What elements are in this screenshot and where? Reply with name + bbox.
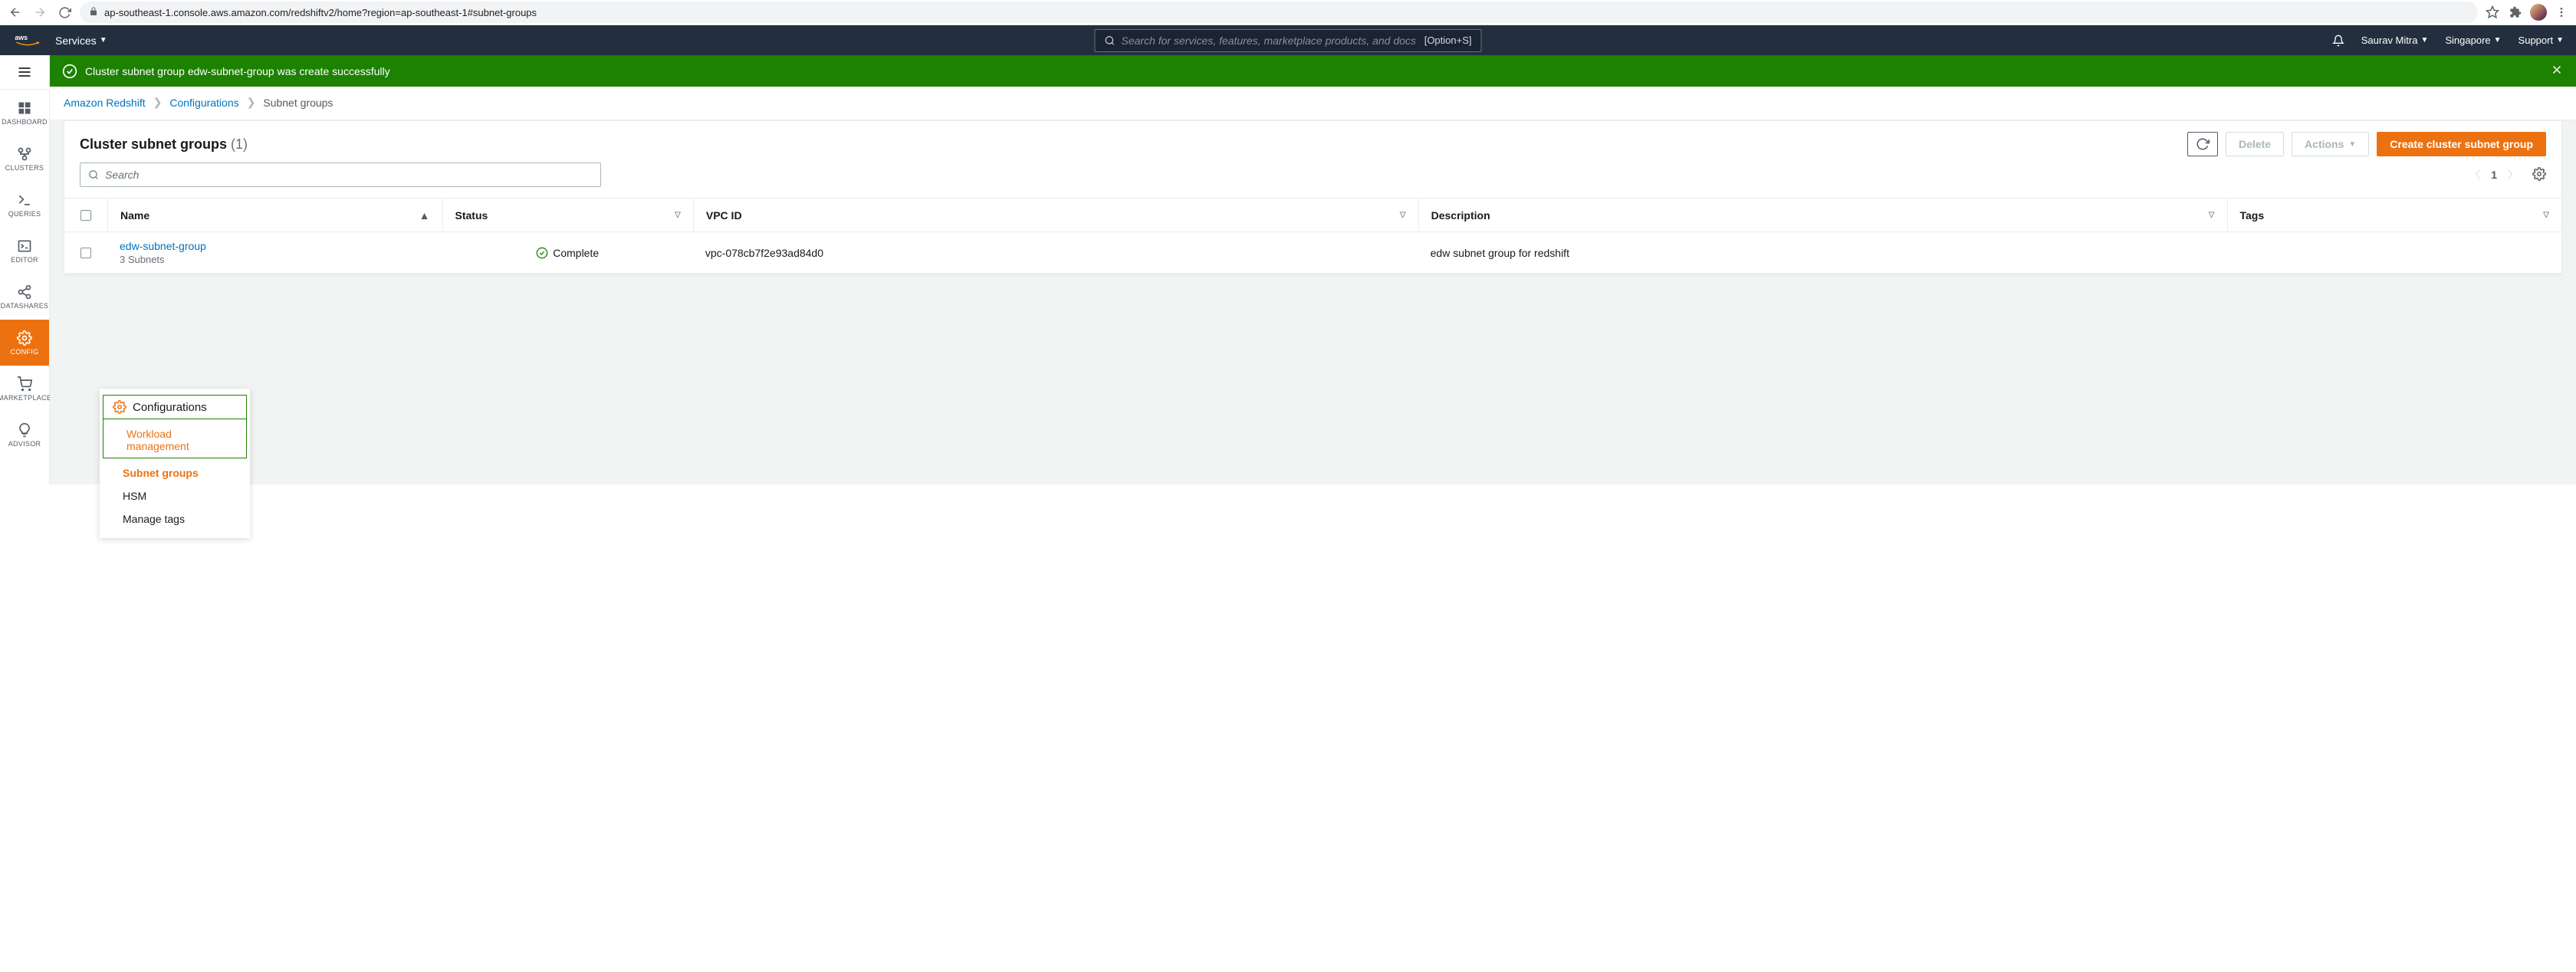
svg-text:aws: aws (15, 33, 28, 41)
queries-icon (17, 192, 32, 208)
cell-name: edw-subnet-group 3 Subnets (107, 240, 442, 265)
subnet-groups-panel: Cluster subnet groups (1) Delete Actions… (64, 120, 2562, 274)
banner-close-button[interactable] (2550, 63, 2564, 79)
browser-menu-icon[interactable] (2553, 4, 2570, 21)
config-flyout-menu: Configurations Workload management Subne… (100, 389, 250, 538)
editor-icon (17, 238, 32, 254)
status-complete-icon (536, 247, 548, 259)
cell-status: Complete (442, 247, 693, 259)
cell-vpc: vpc-078cb7f2e93ad84d0 (693, 247, 1418, 259)
flyout-item-subnet-groups[interactable]: Subnet groups (100, 461, 250, 484)
lock-icon (89, 7, 98, 18)
success-banner: Cluster subnet group edw-subnet-group wa… (50, 55, 2576, 87)
region-menu[interactable]: Singapore ▼ (2445, 34, 2501, 46)
search-icon (88, 169, 99, 180)
notifications-icon[interactable] (2332, 34, 2344, 47)
banner-message: Cluster subnet group edw-subnet-group wa… (85, 65, 390, 77)
flyout-item-manage-tags[interactable]: Manage tags (100, 507, 250, 530)
browser-url-bar[interactable]: ap-southeast-1.console.aws.amazon.com/re… (80, 2, 2478, 23)
sidebar-toggle[interactable] (0, 55, 49, 90)
table-header-row: Name ▲ Status ▽ VPC ID ▽ Description ▽ (64, 199, 2561, 232)
sidebar-item-config[interactable]: CONFIG (0, 320, 49, 366)
chevron-right-icon: ❯ (153, 96, 163, 109)
flyout-item-wlm[interactable]: Workload management (104, 422, 246, 458)
left-sidebar: DASHBOARD CLUSTERS QUERIES EDITOR DATASH… (0, 55, 50, 484)
panel-title: Cluster subnet groups (1) (80, 136, 248, 153)
col-header-status[interactable]: Status ▽ (442, 199, 693, 232)
extensions-icon[interactable] (2507, 4, 2524, 21)
filter-icon: ▽ (675, 211, 681, 219)
subnet-group-link[interactable]: edw-subnet-group (120, 240, 430, 252)
caret-down-icon: ▼ (2420, 36, 2428, 44)
main-content: Cluster subnet group edw-subnet-group wa… (50, 55, 2576, 484)
subnet-groups-table: Name ▲ Status ▽ VPC ID ▽ Description ▽ (64, 198, 2561, 274)
caret-down-icon: ▼ (100, 36, 107, 44)
browser-chrome: ap-southeast-1.console.aws.amazon.com/re… (0, 0, 2576, 25)
sidebar-item-marketplace[interactable]: MARKETPLACE (0, 366, 49, 412)
create-subnet-group-button[interactable]: Create cluster subnet group (2377, 132, 2546, 156)
browser-reload-button[interactable] (55, 3, 74, 21)
refresh-icon (2196, 137, 2210, 151)
breadcrumb-root[interactable]: Amazon Redshift (64, 97, 146, 109)
datashares-icon (17, 284, 32, 300)
search-input[interactable]: Search (80, 163, 601, 187)
sidebar-item-queries[interactable]: QUERIES (0, 182, 49, 228)
sidebar-item-datashares[interactable]: DATASHARES (0, 274, 49, 320)
page-number: 1 (2491, 169, 2497, 181)
delete-button[interactable]: Delete (2226, 132, 2284, 156)
services-menu[interactable]: Services ▼ (55, 34, 107, 47)
gear-icon (113, 400, 127, 414)
table-row[interactable]: edw-subnet-group 3 Subnets Complete vpc-… (64, 232, 2561, 274)
aws-search-input[interactable]: Search for services, features, marketpla… (1095, 29, 1482, 52)
col-header-name[interactable]: Name ▲ (107, 199, 442, 232)
config-icon (17, 330, 32, 346)
caret-down-icon: ▼ (2494, 36, 2502, 44)
advisor-icon (17, 422, 32, 438)
caret-down-icon: ▼ (2348, 140, 2356, 149)
flyout-item-hsm[interactable]: HSM (100, 484, 250, 507)
sidebar-item-clusters[interactable]: CLUSTERS (0, 136, 49, 182)
col-header-tags[interactable]: Tags ▽ (2227, 199, 2562, 232)
cell-description: edw subnet group for redshift (1418, 247, 2227, 259)
search-shortcut: [Option+S] (1424, 34, 1472, 46)
row-checkbox[interactable] (80, 248, 91, 258)
dashboard-icon (17, 100, 32, 116)
breadcrumb: Amazon Redshift ❯ Configurations ❯ Subne… (64, 96, 2562, 109)
col-header-description[interactable]: Description ▽ (1418, 199, 2227, 232)
breadcrumb-config[interactable]: Configurations (169, 97, 238, 109)
filter-icon: ▽ (2543, 211, 2549, 219)
browser-url-text: ap-southeast-1.console.aws.amazon.com/re… (104, 7, 537, 18)
filter-icon: ▽ (2209, 211, 2215, 219)
prev-page-button[interactable]: 〈 (2469, 167, 2480, 182)
flyout-header[interactable]: Configurations (103, 395, 247, 419)
pagination: 〈 1 〉 (2469, 167, 2546, 183)
profile-avatar[interactable] (2530, 4, 2547, 21)
chevron-right-icon: ❯ (247, 96, 256, 109)
user-menu[interactable]: Saurav Mitra ▼ (2361, 34, 2429, 46)
select-all-checkbox[interactable] (64, 199, 107, 232)
marketplace-icon (17, 376, 32, 392)
aws-header: aws Services ▼ Search for services, feat… (0, 25, 2576, 55)
browser-back-button[interactable] (6, 3, 25, 21)
next-page-button[interactable]: 〉 (2508, 167, 2518, 182)
sidebar-item-advisor[interactable]: ADVISOR (0, 412, 49, 458)
subnet-count: 3 Subnets (120, 254, 430, 265)
bookmark-star-icon[interactable] (2484, 4, 2501, 21)
sort-asc-icon: ▲ (419, 209, 430, 222)
success-check-icon (62, 64, 77, 79)
browser-forward-button[interactable] (31, 3, 49, 21)
support-menu[interactable]: Support ▼ (2518, 34, 2564, 46)
breadcrumb-current: Subnet groups (263, 97, 333, 109)
search-icon (1105, 35, 1116, 46)
refresh-button[interactable] (2187, 132, 2218, 156)
clusters-icon (17, 146, 32, 162)
filter-icon: ▽ (1400, 211, 1406, 219)
table-settings-button[interactable] (2532, 167, 2546, 183)
actions-dropdown[interactable]: Actions ▼ (2292, 132, 2369, 156)
caret-down-icon: ▼ (2556, 36, 2564, 44)
sidebar-item-editor[interactable]: EDITOR (0, 228, 49, 274)
sidebar-item-dashboard[interactable]: DASHBOARD (0, 90, 49, 136)
col-header-vpc[interactable]: VPC ID ▽ (693, 199, 1418, 232)
aws-logo[interactable]: aws (12, 33, 43, 48)
